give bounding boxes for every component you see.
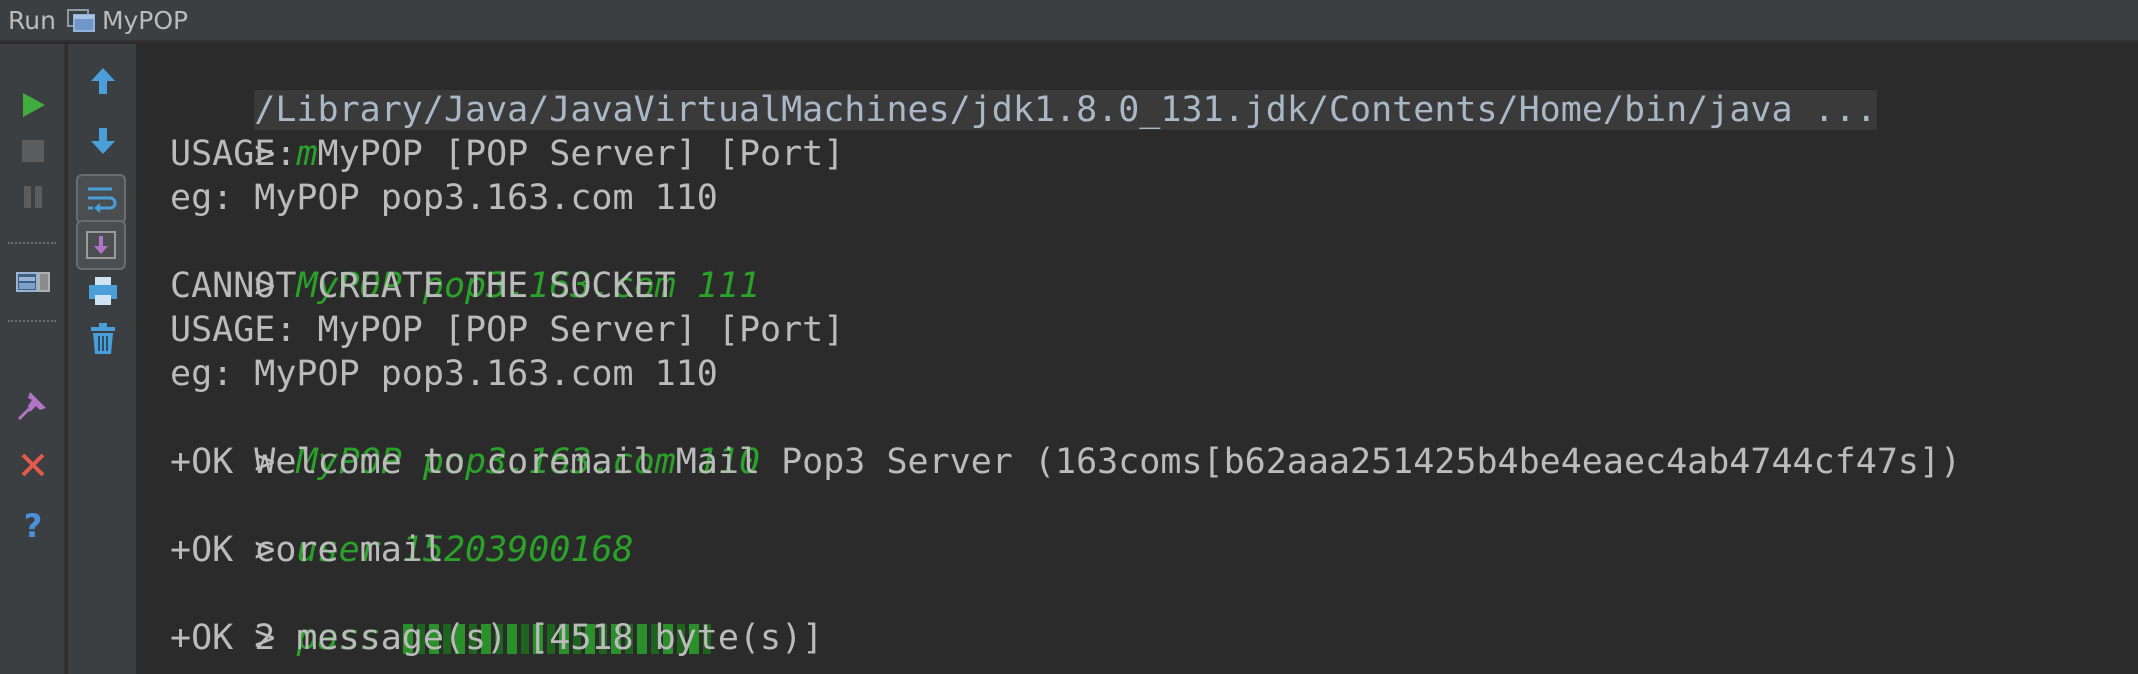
run-label: Run [8,5,56,35]
console-line-output: +OK 2 message(s) [4518 byte(s)] [170,618,824,658]
restore-layout-icon [16,272,50,292]
stop-icon [22,140,44,162]
clear-all-button[interactable] [78,314,128,364]
stop-button[interactable] [8,126,58,176]
up-arrow-icon [91,68,115,94]
run-tool-window-header: Run MyPOP [0,0,2138,42]
run-icon [23,93,45,117]
soft-wrap-toggle[interactable] [76,174,126,224]
close-button[interactable] [8,440,58,490]
console-line-output: +OK core mail [170,530,444,570]
print-icon [89,277,117,305]
pause-icon [24,186,42,208]
console-line-output: USAGE: MyPOP [POP Server] [Port] [170,310,845,350]
print-button[interactable] [78,266,128,316]
console-actions-toolbar [68,44,138,674]
java-command-line[interactable]: /Library/Java/JavaVirtualMachines/jdk1.8… [254,90,1877,130]
run-configuration-icon [66,7,96,33]
soft-wrap-icon [88,187,117,213]
console-line-output: CANNOT CREATE THE SOCKET [170,266,676,306]
close-icon [21,453,45,477]
console-line-output: +OK Welcome to coremail Mail Pop3 Server… [170,442,1962,482]
scroll-to-end-toggle[interactable] [76,220,126,270]
run-actions-toolbar: ? [0,44,66,674]
scroll-to-end-icon [86,231,116,259]
console-line-output: USAGE: MyPOP [POP Server] [Port] [170,134,845,174]
pin-icon [17,392,46,421]
console-output[interactable]: /Library/Java/JavaVirtualMachines/jdk1.8… [140,44,2138,674]
svg-text:?: ? [24,507,43,543]
help-icon: ? [24,507,43,543]
help-button[interactable]: ? [8,500,58,550]
up-to-previous-occurrence-button[interactable] [78,56,128,106]
down-to-next-occurrence-button[interactable] [78,116,128,166]
run-configuration-name[interactable]: MyPOP [102,6,188,35]
console-line-output: eg: MyPOP pop3.163.com 110 [170,354,718,394]
trash-icon [91,323,115,354]
down-arrow-icon [91,128,115,154]
pause-button[interactable] [8,172,58,222]
console-line-output: eg: MyPOP pop3.163.com 110 [170,178,718,218]
pin-tab-button[interactable] [8,380,58,430]
toolbar-separator [8,320,56,322]
toolbar-separator [8,242,56,244]
restore-layout-button[interactable] [8,258,58,308]
rerun-button[interactable] [8,80,58,130]
